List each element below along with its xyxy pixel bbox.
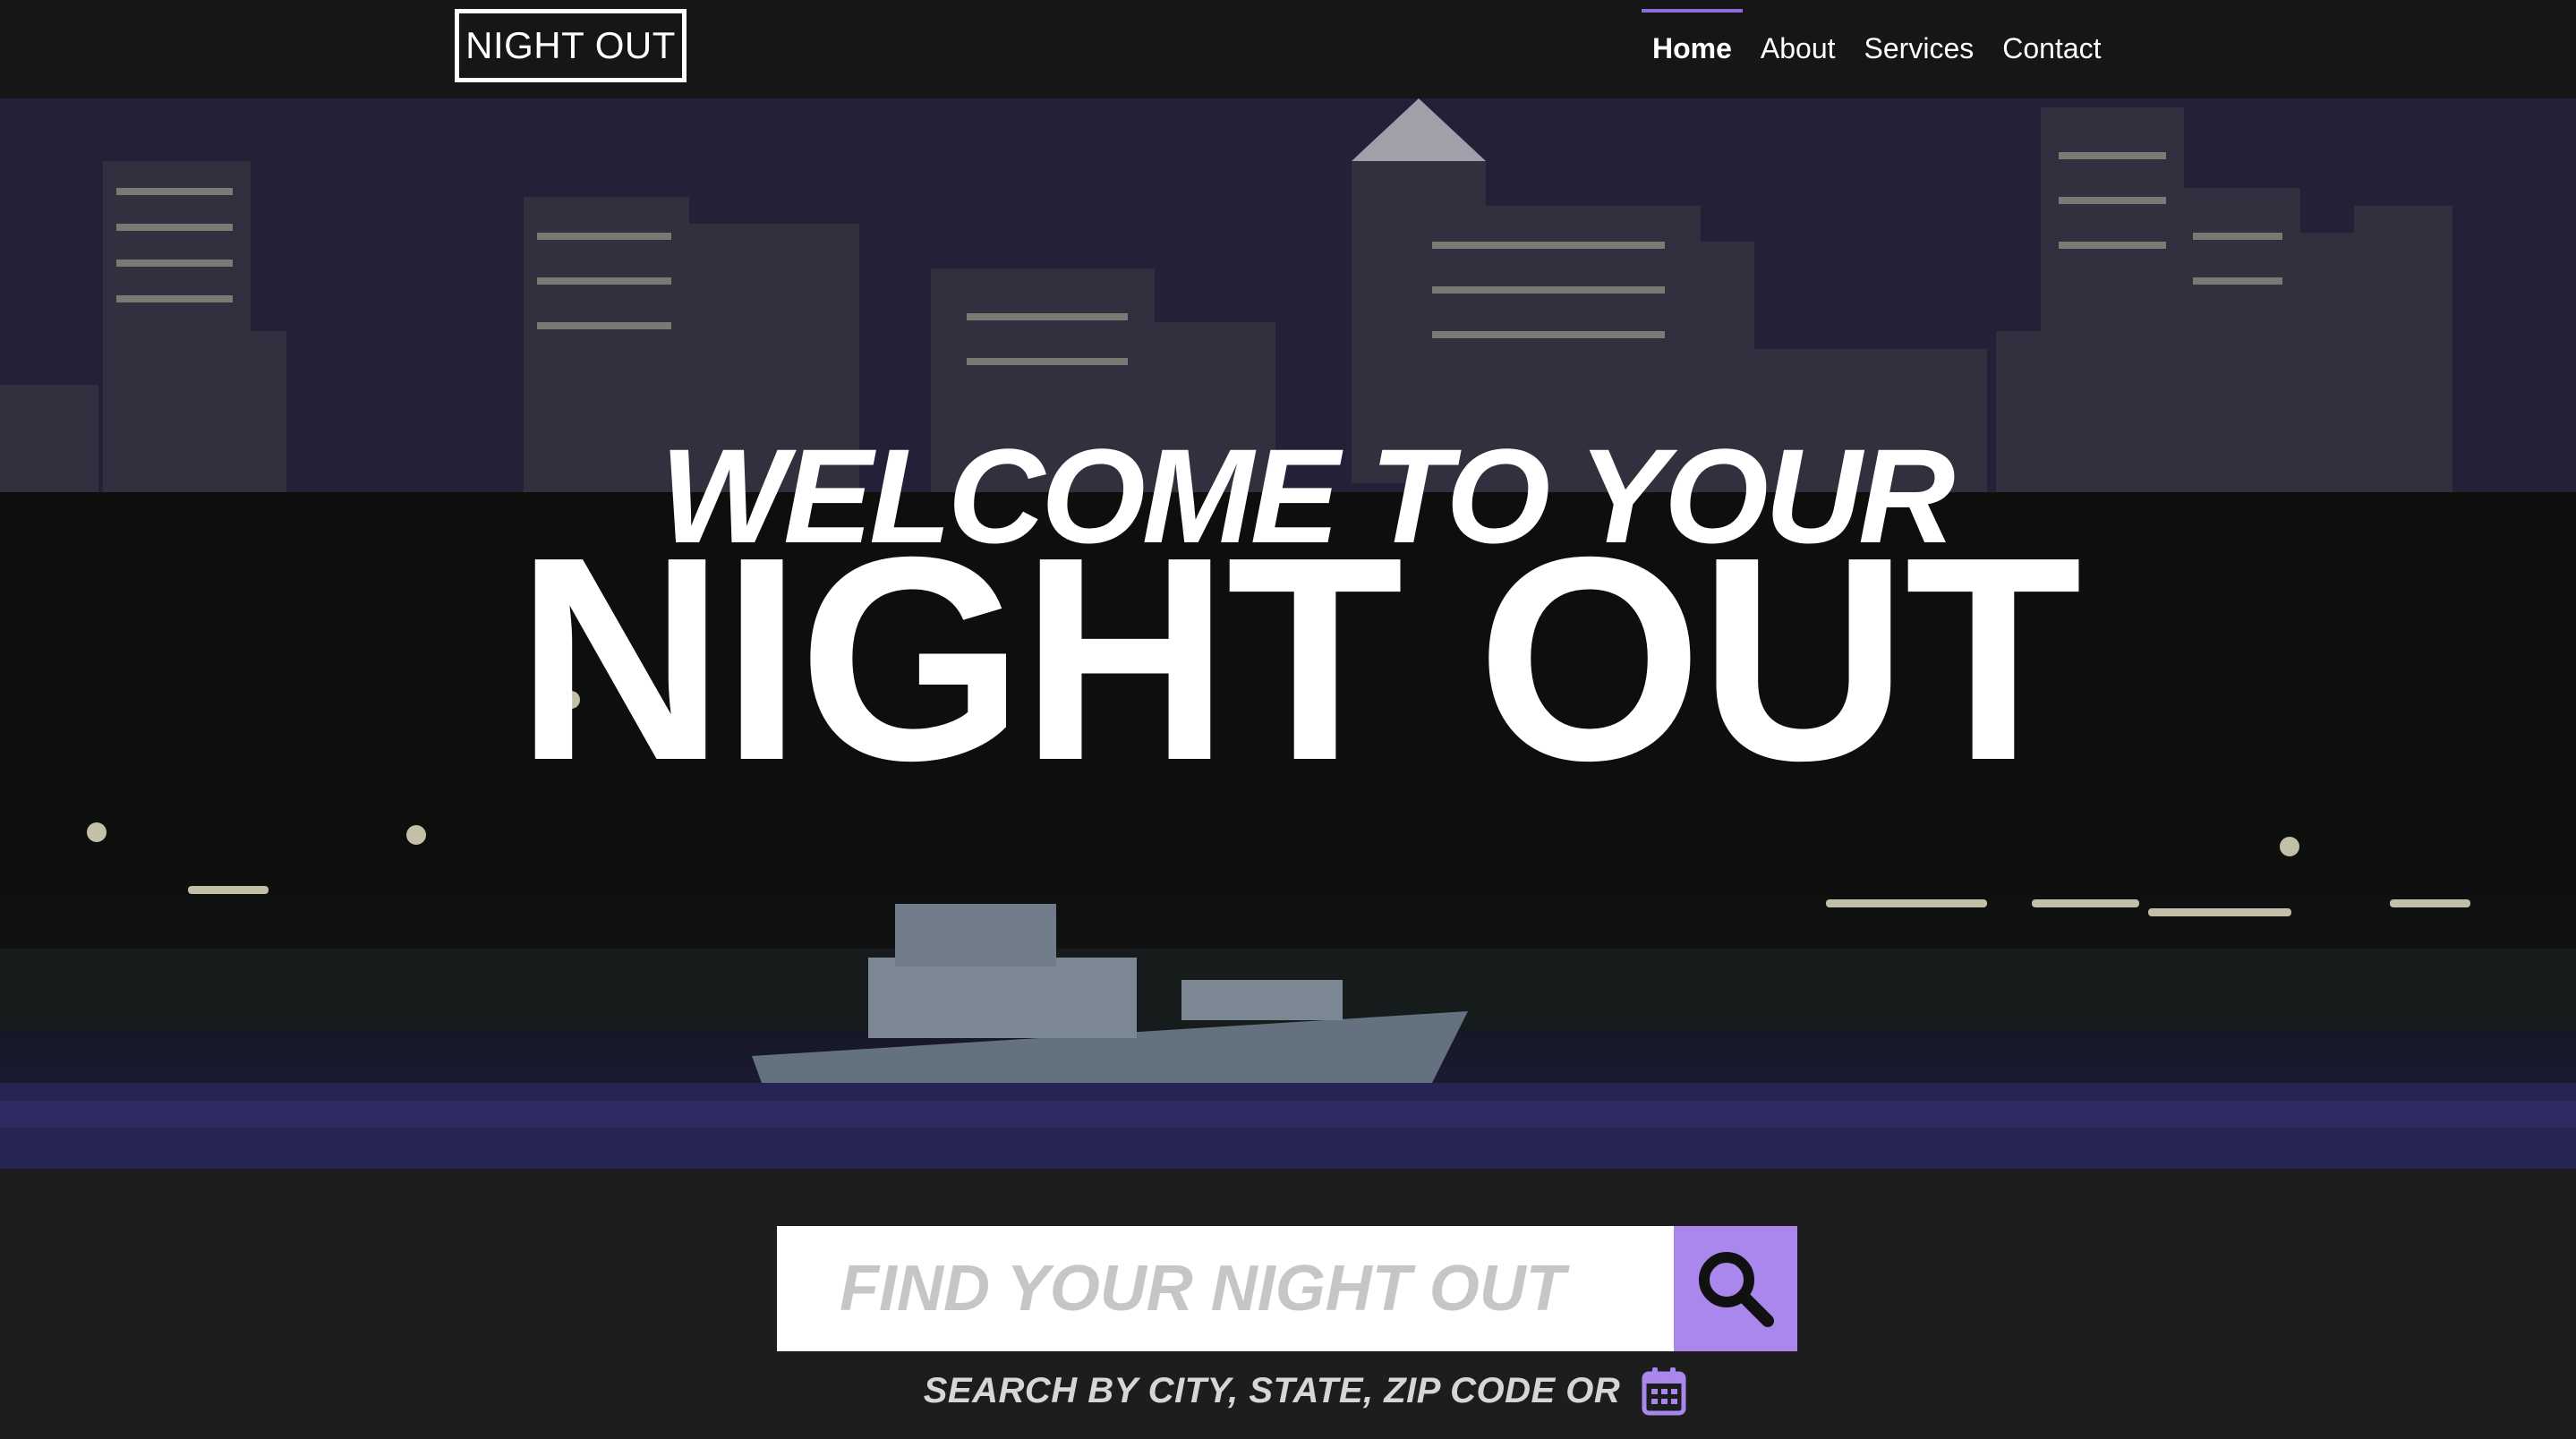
top-navbar: NIGHT OUT Home About Services Contact [0,0,2576,98]
search-bar [777,1226,1797,1351]
nav-menu: Home About Services Contact [1638,0,2116,98]
search-button[interactable] [1674,1226,1797,1351]
search-icon [1699,1252,1774,1327]
search-section: SEARCH BY CITY, STATE, ZIP CODE OR [0,1169,2576,1439]
brand-logo[interactable]: NIGHT OUT [455,9,687,82]
calendar-icon [1642,1367,1686,1416]
search-input[interactable] [777,1226,1674,1351]
nav-link-home[interactable]: Home [1638,0,1746,98]
calendar-button[interactable] [1640,1364,1688,1418]
nav-link-about[interactable]: About [1746,0,1850,98]
search-hint-text: SEARCH BY CITY, STATE, ZIP CODE OR [923,1370,1621,1410]
hero-headline: NIGHT OUT [516,497,2082,821]
nav-link-contact[interactable]: Contact [1988,0,2115,98]
hero-banner: WELCOME TO YOUR NIGHT OUT [0,98,2576,1169]
search-hint: SEARCH BY CITY, STATE, ZIP CODE OR [0,1364,2576,1418]
nav-link-services[interactable]: Services [1850,0,1989,98]
